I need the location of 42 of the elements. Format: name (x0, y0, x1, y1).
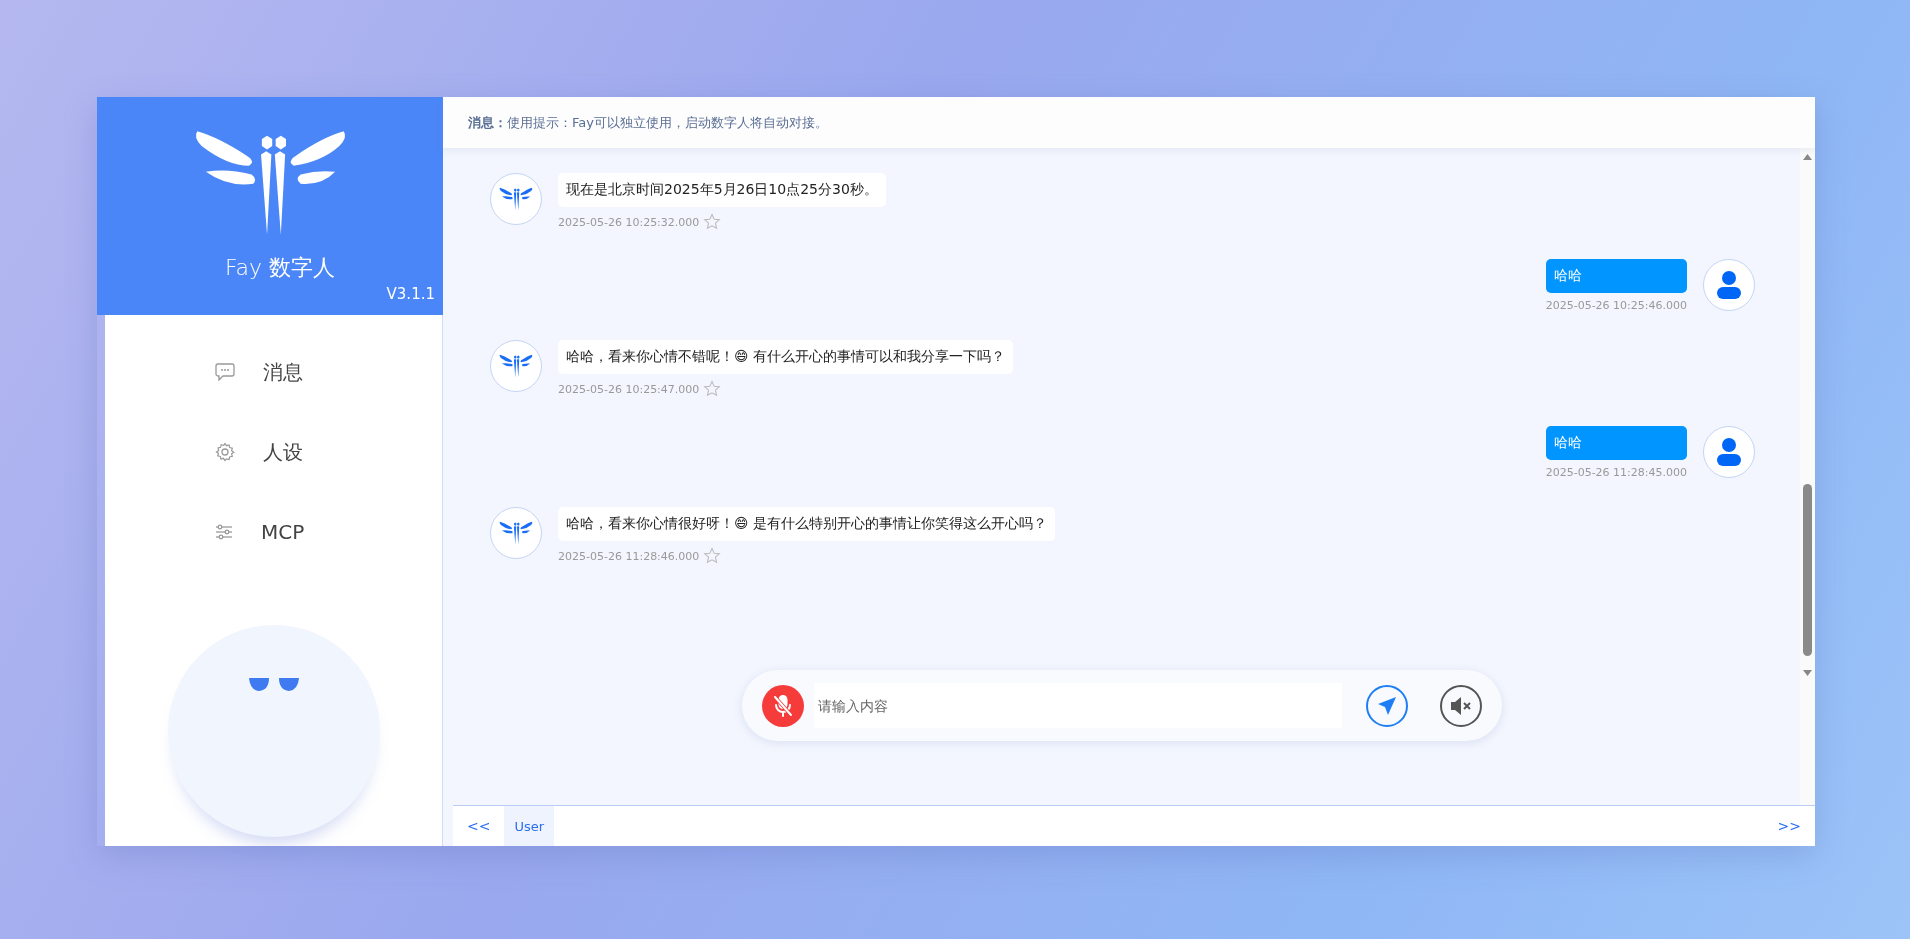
nav-item[interactable]: 人设 (215, 435, 442, 469)
sunglasses-icon (247, 677, 300, 693)
nav-item[interactable]: MCP (215, 515, 442, 549)
chat-bubble-icon (215, 363, 235, 381)
message-bubble: 哈哈，看来你心情很好呀！😄 是有什么特别开心的事情让你笑得这么开心吗？ (558, 507, 1056, 541)
send-icon (1376, 694, 1398, 717)
message-time: 2025-05-26 11:28:46.000 (558, 549, 700, 563)
version-label: V3.1.1 (386, 285, 435, 303)
user-avatar-icon (1716, 270, 1742, 300)
message-bubble: 哈哈，看来你心情不错呢！😄 有什么开心的事情可以和我分享一下吗？ (558, 340, 1014, 374)
sliders-icon (215, 523, 233, 541)
message-time: 2025-05-26 11:28:45.000 (1545, 466, 1687, 479)
speaker-button[interactable] (1440, 684, 1482, 727)
microphone-icon (773, 694, 793, 717)
nav-label: MCP (261, 520, 305, 544)
previous-tab-button[interactable]: << (453, 806, 505, 846)
app-name: Fay 数字人 (224, 254, 336, 282)
message-bubble: 现在是北京时间2025年5月26日10点25分30秒。 (558, 173, 886, 207)
settings-icon (215, 442, 235, 462)
message-input[interactable]: 请输入内容 (814, 683, 1342, 728)
message-time: 2025-05-26 10:25:47.000 (558, 382, 700, 396)
notice-text: 消息：使用提示：Fay可以独立使用，启动数字人将自动对接。 (468, 113, 828, 132)
microphone-button[interactable] (762, 684, 804, 727)
speaker-icon (1449, 694, 1473, 717)
message-bubble: 哈哈 (1545, 426, 1687, 460)
message-bubble: 哈哈 (1545, 259, 1687, 293)
user-avatar-icon (1716, 437, 1742, 467)
tab[interactable]: User (504, 806, 555, 846)
nav-label: 人设 (263, 438, 303, 466)
nav-item[interactable]: 消息 (215, 355, 442, 389)
message-time: 2025-05-26 10:25:46.000 (1545, 299, 1687, 312)
scroll-thumb[interactable] (1803, 484, 1812, 656)
nav-label: 消息 (263, 358, 303, 386)
scroll-down-icon[interactable] (1803, 670, 1812, 676)
scrollbar[interactable] (1800, 148, 1815, 805)
star-icon[interactable] (703, 213, 722, 231)
next-tab-button[interactable]: >> (1763, 806, 1815, 846)
star-icon[interactable] (703, 547, 722, 565)
star-icon[interactable] (703, 380, 722, 398)
scroll-up-icon[interactable] (1803, 154, 1812, 160)
send-button[interactable] (1366, 684, 1408, 727)
message-time: 2025-05-26 10:25:32.000 (558, 215, 700, 229)
